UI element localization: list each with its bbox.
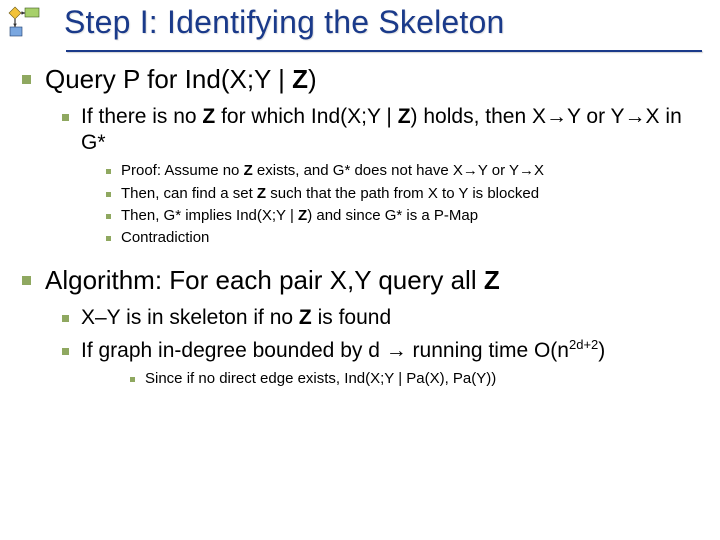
bullet-icon: [106, 169, 111, 174]
bullet-icon: [106, 236, 111, 241]
bullet-icon: [106, 214, 111, 219]
bullet-icon: [22, 276, 31, 285]
slide-title: Step I: Identifying the Skeleton: [64, 4, 702, 41]
bullet-proof-line-2: Then, can find a set Z such that the pat…: [106, 184, 698, 204]
bullet-icon: [22, 75, 31, 84]
bullet-proof-line-3: Then, G* implies Ind(X;Y | Z) and since …: [106, 206, 698, 226]
flowchart-logo: [8, 5, 44, 41]
bullet-if-no-z: If there is no Z for which Ind(X;Y | Z) …: [62, 104, 698, 158]
bullet-algorithm: Algorithm: For each pair X,Y query all Z: [22, 264, 698, 297]
bullet-since-no-edge: Since if no direct edge exists, Ind(X;Y …: [130, 369, 698, 389]
bullet-proof-line-4: Contradiction: [106, 228, 698, 248]
bullet-icon: [106, 192, 111, 197]
bullet-proof-line-1: Proof: Assume no Z exists, and G* does n…: [106, 161, 698, 181]
bullet-query: Query P for Ind(X;Y | Z): [22, 63, 698, 96]
title-underline: [66, 50, 702, 52]
bullet-icon: [130, 377, 135, 382]
bullet-skeleton-condition: X–Y is in skeleton if no Z is found: [62, 305, 698, 332]
bullet-icon: [62, 348, 69, 355]
bullet-icon: [62, 315, 69, 322]
slide-body: Query P for Ind(X;Y | Z) If there is no …: [0, 41, 720, 389]
bullet-icon: [62, 114, 69, 121]
bullet-running-time: If graph in-degree bounded by d → runnin…: [62, 338, 698, 365]
